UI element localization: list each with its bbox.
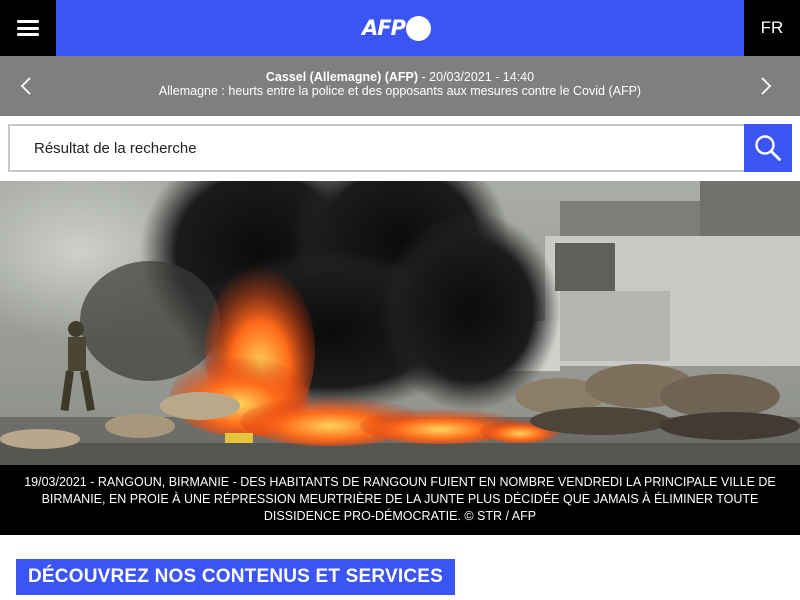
ticker-next-button[interactable] [740,56,792,116]
menu-button[interactable] [0,0,56,56]
hero-caption: 19/03/2021 - RANGOUN, BIRMANIE - DES HAB… [0,465,800,535]
ticker-prev-button[interactable] [0,56,52,116]
logo-text: AFP [362,16,406,40]
chevron-left-icon [20,77,31,95]
ticker-summary: Allemagne : heurts entre la police et de… [158,84,642,98]
language-button[interactable]: FR [744,0,800,56]
ticker-datetime: - 20/03/2021 - 14:40 [418,70,535,84]
discover-services-banner[interactable]: DÉCOUVREZ NOS CONTENUS ET SERVICES [16,559,456,595]
logo-dot-icon [406,15,431,41]
ticker-headline: Cassel (Allemagne) (AFP) [265,70,419,84]
search-bar [0,116,800,181]
top-navigation-bar: AFP FR [0,0,800,56]
search-input[interactable] [8,124,746,172]
chevron-right-icon [761,77,772,95]
hero-photo[interactable] [0,181,800,465]
ticker-headline-line: Cassel (Allemagne) (AFP) - 20/03/2021 - … [60,70,740,84]
hero-image [0,181,800,465]
afp-logo[interactable]: AFP [362,14,431,42]
news-ticker: Cassel (Allemagne) (AFP) - 20/03/2021 - … [0,56,800,116]
ticker-story[interactable]: Cassel (Allemagne) (AFP) - 20/03/2021 - … [60,70,740,98]
hamburger-icon [17,20,39,36]
search-button[interactable] [744,124,792,172]
search-icon [755,135,781,161]
